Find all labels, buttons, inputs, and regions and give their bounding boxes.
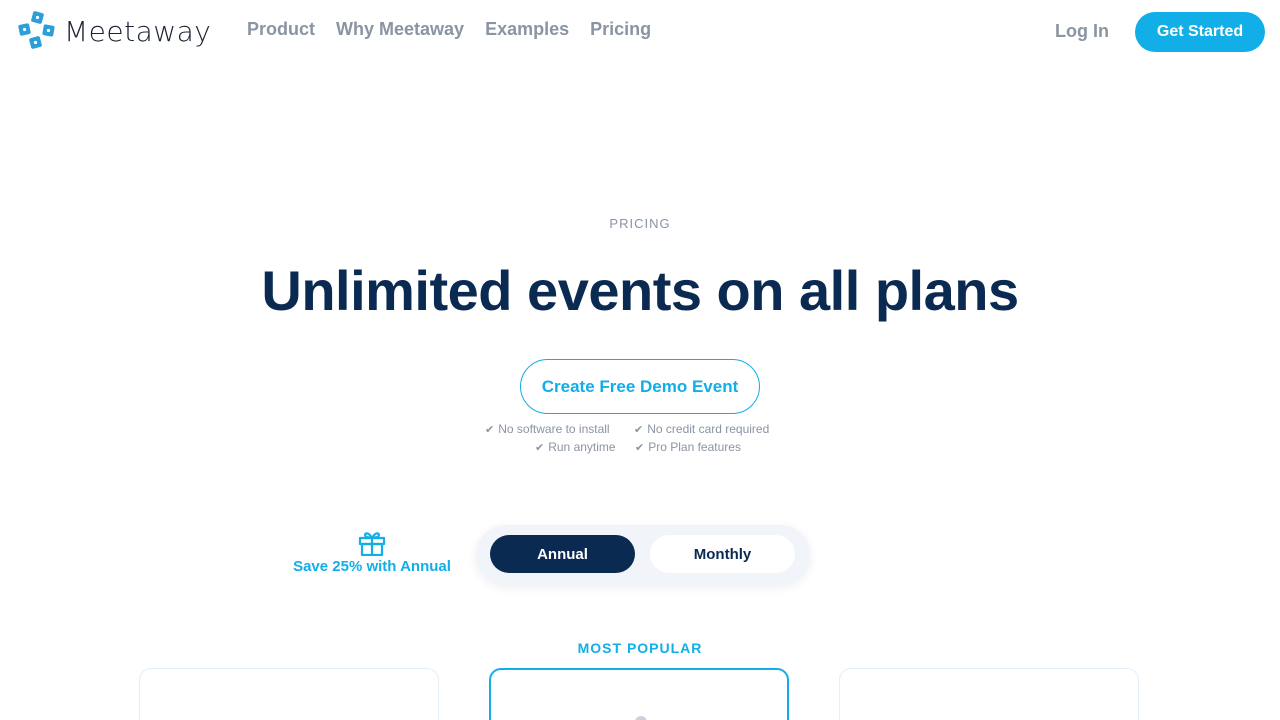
get-started-button[interactable]: Get Started [1135, 12, 1265, 52]
feature-label: No credit card required [647, 422, 770, 436]
nav-link-pricing[interactable]: Pricing [590, 19, 651, 40]
savings-text: Save 25% with Annual [293, 558, 451, 575]
create-demo-event-button[interactable]: Create Free Demo Event [520, 359, 760, 414]
plan-card [139, 668, 439, 720]
login-link[interactable]: Log In [1055, 21, 1109, 42]
billing-option-monthly[interactable]: Monthly [650, 535, 795, 573]
page-title: Unlimited events on all plans [261, 259, 1019, 322]
plan-card [839, 668, 1139, 720]
nav-link-why-meetaway[interactable]: Why Meetaway [336, 19, 464, 40]
feature-item: ✔ Pro Plan features [635, 440, 741, 454]
nav-link-product[interactable]: Product [247, 19, 315, 40]
check-icon: ✔ [535, 442, 545, 454]
brand-name: Meetaway [64, 14, 212, 48]
plan-card-featured [489, 668, 789, 720]
nav-links: Product Why Meetaway Examples Pricing [247, 19, 651, 40]
feature-item: ✔ No credit card required [634, 422, 769, 436]
plan-icon [635, 716, 647, 720]
check-icon: ✔ [635, 442, 645, 454]
gift-icon [358, 532, 386, 556]
most-popular-label: MOST POPULAR [577, 640, 703, 656]
check-icon: ✔ [634, 424, 644, 436]
feature-item: ✔ Run anytime [535, 440, 616, 454]
section-eyebrow: PRICING [609, 216, 671, 231]
feature-label: No software to install [498, 422, 610, 436]
feature-label: Run anytime [548, 440, 616, 454]
top-nav: Meetaway Product Why Meetaway Examples P… [0, 0, 1280, 64]
annual-savings: Save 25% with Annual [270, 530, 474, 576]
feature-item: ✔ No software to install [485, 422, 610, 436]
feature-label: Pro Plan features [648, 440, 741, 454]
check-icon: ✔ [485, 424, 495, 436]
nav-link-examples[interactable]: Examples [485, 19, 569, 40]
logo-icon [18, 11, 55, 49]
logo[interactable]: Meetaway [18, 11, 211, 51]
billing-toggle: Annual Monthly [476, 525, 810, 584]
billing-option-annual[interactable]: Annual [490, 535, 635, 573]
